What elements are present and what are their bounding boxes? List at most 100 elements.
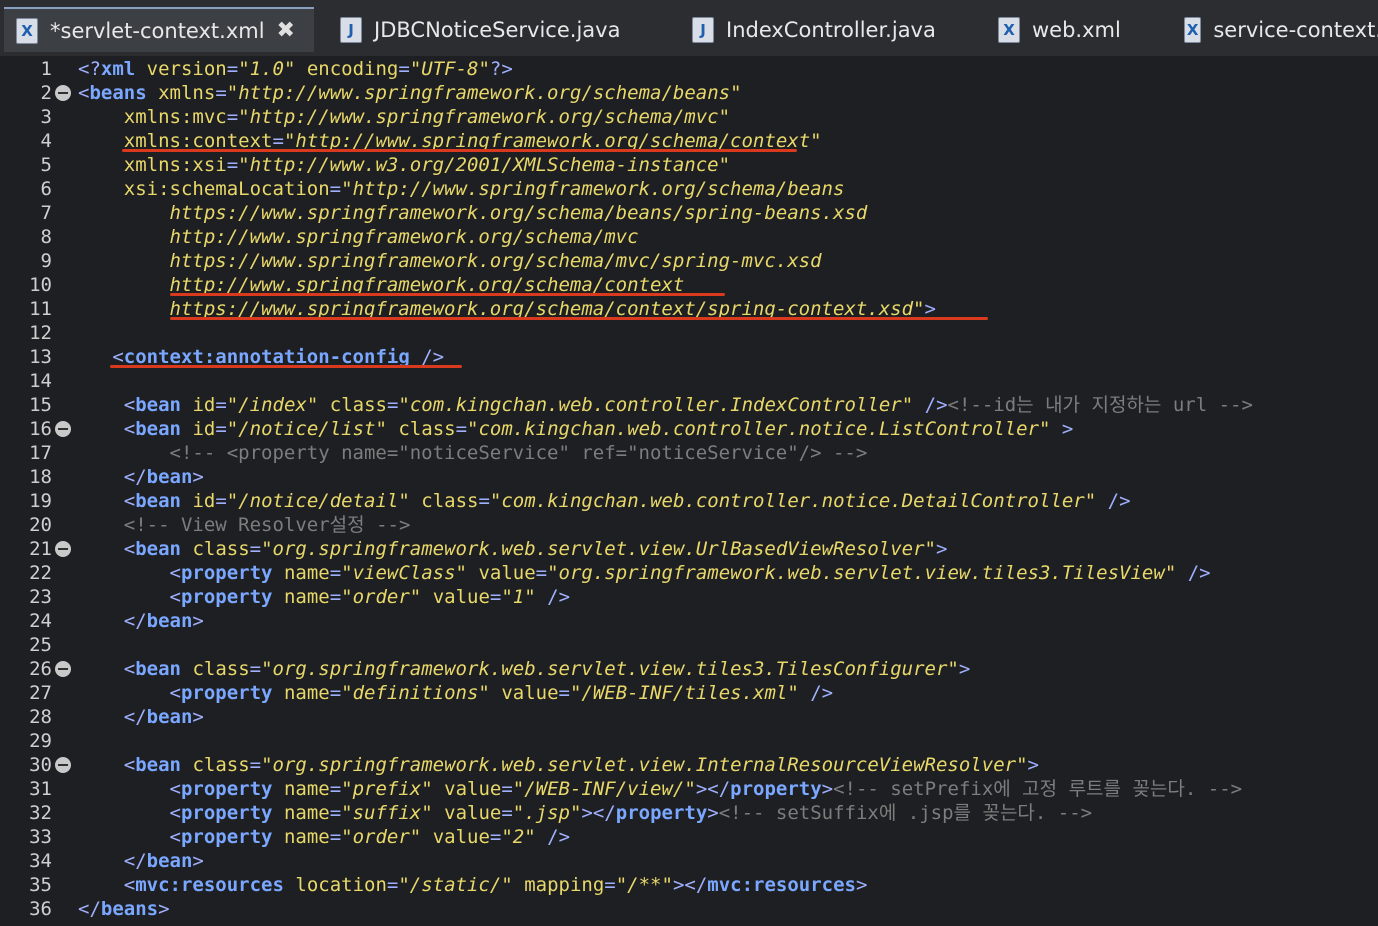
code-editor[interactable]: 1 <?xml version="1.0" encoding="UTF-8"?> 2… [0, 56, 1378, 926]
token-att: id [192, 394, 216, 416]
token-str: "http://www.w3.org/2001/XMLSchema-instan… [238, 154, 731, 176]
code-line[interactable]: <property name="suffix" value=".jsp"></p… [78, 801, 1093, 825]
line-number: 2 [40, 82, 52, 104]
token-pun: </ [78, 898, 101, 920]
token-pun: < [78, 82, 90, 104]
token-str: "definitions" [341, 682, 490, 704]
token-tag: bean [135, 658, 181, 680]
code-line[interactable]: http://www.springframework.org/schema/mv… [78, 225, 639, 249]
code-line[interactable]: xmlns:xsi="http://www.w3.org/2001/XMLSch… [78, 153, 730, 177]
tab-0[interactable]: X *servlet-context.xml ✖ [4, 7, 314, 52]
code-line[interactable]: <bean id="/notice/list" class="com.kingc… [78, 417, 1074, 441]
code-line[interactable]: <property name="definitions" value="/WEB… [78, 681, 834, 705]
tab-label: JDBCNoticeService.java [374, 17, 621, 42]
token-pun: = [249, 754, 262, 776]
token-cmt: <!-- setSuffix에 .jsp를 꽂는다. --> [718, 802, 1093, 824]
code-line[interactable]: <bean class="org.springframework.web.ser… [78, 537, 948, 561]
token-pun: = [398, 58, 410, 80]
token-pun: > [1061, 418, 1074, 440]
code-line[interactable]: <!-- View Resolver설정 --> [78, 513, 411, 537]
fold-collapse-icon[interactable] [55, 85, 71, 101]
token-att: name [283, 562, 330, 584]
line-number: 23 [29, 586, 52, 608]
token-tag: property [180, 826, 273, 848]
code-line[interactable]: <bean class="org.springframework.web.ser… [78, 657, 971, 681]
line-number: 9 [40, 250, 52, 272]
line-number: 27 [29, 682, 52, 704]
code-line[interactable]: </bean> [78, 465, 204, 489]
token-pun: = [226, 154, 239, 176]
code-line[interactable]: https://www.springframework.org/schema/b… [78, 201, 868, 225]
code-line[interactable]: </bean> [78, 609, 204, 633]
token-att: xmlns [158, 82, 216, 104]
code-line[interactable]: </bean> [78, 849, 204, 873]
token-pun: ></ [695, 778, 731, 800]
code-line[interactable]: <bean id="/index" class="com.kingchan.we… [78, 393, 1253, 417]
tab-2[interactable]: J IndexController.java [680, 7, 970, 52]
code-line[interactable]: <?xml version="1.0" encoding="UTF-8"?> [78, 57, 513, 81]
line-number: 5 [40, 154, 52, 176]
token-pun: > [936, 538, 948, 560]
code-line[interactable]: </beans> [78, 897, 170, 921]
fold-collapse-icon[interactable] [55, 541, 71, 557]
annotation-underline [169, 293, 726, 296]
line-number: 32 [29, 802, 52, 824]
token-pun: /> [1107, 490, 1131, 512]
code-line[interactable]: <property name="viewClass" value="org.sp… [78, 561, 1211, 585]
token-pun: = [489, 586, 502, 608]
line-number: 7 [40, 202, 52, 224]
code-line[interactable]: xsi:schemaLocation="http://www.springfra… [78, 177, 845, 201]
token-pun: ></ [672, 874, 708, 896]
line-number: 22 [29, 562, 52, 584]
token-str: "1" [501, 586, 536, 608]
token-str: "http://www.springframework.org/schema/b… [226, 82, 742, 104]
token-att: version [146, 58, 227, 80]
code-line[interactable]: <property name="prefix" value="/WEB-INF/… [78, 777, 1243, 801]
token-str: "/WEB-INF/tiles.xml" [569, 682, 799, 704]
code-line[interactable]: <bean class="org.springframework.web.ser… [78, 753, 1039, 777]
token-str: "http://www.springframework.org/schema/b… [341, 178, 845, 200]
code-line[interactable]: <property name="order" value="1" /> [78, 585, 571, 609]
code-line[interactable]: xmlns:mvc="http://www.springframework.or… [78, 105, 730, 129]
code-line[interactable]: <property name="order" value="2" /> [78, 825, 571, 849]
code-line[interactable]: </bean> [78, 705, 204, 729]
tab-4[interactable]: Xservice-context. [1172, 7, 1378, 52]
token-pun: /> [810, 682, 834, 704]
line-number: 6 [40, 178, 52, 200]
code-line[interactable]: <beans xmlns="http://www.springframework… [78, 81, 742, 105]
code-line[interactable]: https://www.springframework.org/schema/m… [78, 249, 822, 273]
fold-collapse-icon[interactable] [55, 757, 71, 773]
code-line[interactable]: <bean id="/notice/detail" class="com.kin… [78, 489, 1131, 513]
line-number: 3 [40, 106, 52, 128]
token-att: mapping [524, 874, 605, 896]
tab-1[interactable]: J JDBCNoticeService.java [328, 7, 658, 52]
code-line[interactable]: <mvc:resources location="/static/" mappi… [78, 873, 868, 897]
line-number: 35 [29, 874, 52, 896]
code-line[interactable]: <!-- <property name="noticeService" ref=… [78, 441, 868, 465]
close-tab-icon[interactable]: ✖ [277, 18, 295, 43]
tab-3[interactable]: Xweb.xml [986, 7, 1136, 52]
fold-collapse-icon[interactable] [55, 421, 71, 437]
token-att: name [283, 682, 330, 704]
fold-collapse-icon[interactable] [55, 661, 71, 677]
token-cmt: <!-- setPrefix에 고정 루트를 꽂는다. --> [833, 778, 1243, 800]
token-att: class [192, 658, 250, 680]
token-pun: ></ [581, 802, 616, 824]
token-tag: property [180, 682, 273, 704]
token-att: name [283, 778, 330, 800]
